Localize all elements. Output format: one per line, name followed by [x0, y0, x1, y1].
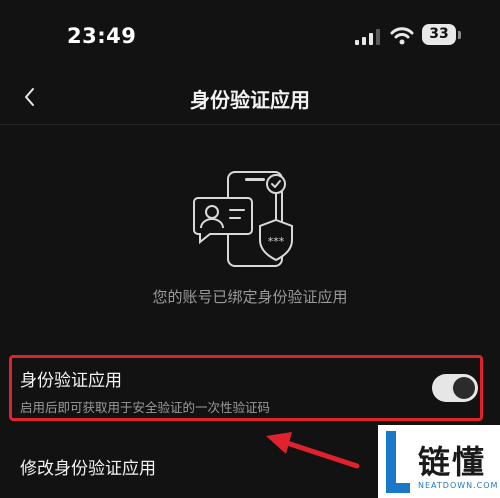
watermark-cn-text: 链懂	[418, 443, 487, 481]
status-time: 23:49	[67, 24, 137, 48]
battery-level: 33	[422, 24, 456, 45]
modify-auth-app-label: 修改身份验证应用	[20, 459, 156, 479]
auth-app-setting-title: 身份验证应用	[20, 371, 122, 391]
auth-app-setting-description: 启用后即可获取用于安全验证的一次性验证码	[20, 400, 271, 415]
page-title: 身份验证应用	[190, 88, 310, 112]
battery-icon: 33	[422, 24, 464, 47]
modify-auth-app-row[interactable]: 修改身份验证应用	[0, 440, 380, 488]
phone-id-shield-icon: ***	[193, 171, 293, 267]
auth-app-toggle[interactable]	[432, 374, 478, 402]
nav-bar: 身份验证应用	[0, 70, 500, 125]
bound-status-text: 您的账号已绑定身份验证应用	[152, 288, 348, 306]
password-dots: ***	[268, 235, 285, 248]
watermark-logo: 链懂 NEATDOWN.COM	[378, 425, 500, 498]
logo-letter-l-icon	[386, 431, 410, 493]
watermark-en-text: NEATDOWN.COM	[418, 481, 499, 490]
status-bar: 23:49 33	[0, 0, 500, 70]
wifi-icon	[390, 27, 414, 45]
cellular-signal-icon	[355, 29, 380, 45]
toggle-knob	[453, 377, 475, 399]
